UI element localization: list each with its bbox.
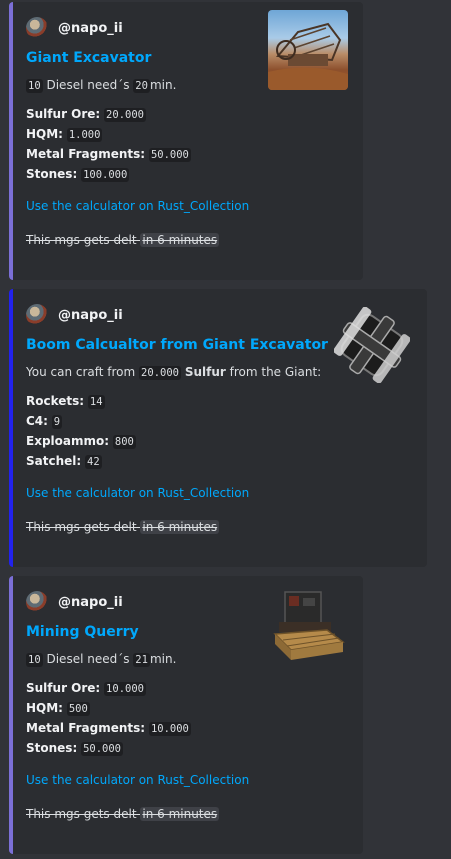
- field-row: Sulfur Ore: 10.000: [26, 679, 347, 699]
- field-value: 1.000: [66, 128, 103, 142]
- footer-text: This mgs gets delt: [26, 233, 137, 247]
- field-row: HQM: 500: [26, 699, 347, 719]
- field-label: Stones:: [26, 167, 78, 181]
- embed-footer: This mgs gets delt in 6 minutes: [26, 231, 347, 249]
- minutes-label: min.: [149, 652, 177, 666]
- fuel-amount: 10: [26, 653, 43, 667]
- field-label: HQM:: [26, 127, 63, 141]
- field-value: 50.000: [148, 148, 191, 162]
- fuel-minutes: 21: [133, 653, 150, 667]
- embed-footer: This mgs gets delt in 6 minutes: [26, 805, 347, 823]
- field-value: 10.000: [148, 722, 191, 736]
- field-row: Exploammo: 800: [26, 432, 411, 452]
- fuel-amount: 10: [26, 79, 43, 93]
- field-label: C4:: [26, 414, 48, 428]
- calculator-link[interactable]: Use the calculator on Rust_Collection: [26, 197, 347, 215]
- author-name[interactable]: @napo_ii: [58, 595, 123, 610]
- fuel-minutes: 20: [133, 79, 150, 93]
- field-row: Sulfur Ore: 20.000: [26, 105, 347, 125]
- giant-excavator-image[interactable]: [268, 10, 348, 90]
- embed-footer: This mgs gets delt in 6 minutes: [26, 518, 411, 536]
- field-value: 50.000: [81, 742, 124, 756]
- field-row: HQM: 1.000: [26, 125, 347, 145]
- field-value: 9: [51, 415, 63, 429]
- field-row: Metal Fragments: 50.000: [26, 145, 347, 165]
- field-row: Stones: 100.000: [26, 165, 347, 185]
- mining-quarry-image[interactable]: [271, 586, 347, 664]
- field-label: Exploammo:: [26, 434, 110, 448]
- footer-text: This mgs gets delt: [26, 520, 137, 534]
- field-row: Rockets: 14: [26, 392, 411, 412]
- field-value: 500: [66, 702, 90, 716]
- field-label: Metal Fragments:: [26, 147, 146, 161]
- field-label: Satchel:: [26, 454, 82, 468]
- c4-explosive-image[interactable]: [334, 307, 410, 383]
- field-value: 20.000: [104, 108, 146, 122]
- footer-text: This mgs gets delt: [26, 807, 137, 821]
- field-row: Stones: 50.000: [26, 739, 347, 759]
- fuel-text: Diesel need´s: [46, 652, 130, 666]
- craft-suffix: from the Giant:: [229, 365, 322, 379]
- field-label: Sulfur Ore:: [26, 681, 101, 695]
- calculator-link[interactable]: Use the calculator on Rust_Collection: [26, 484, 411, 502]
- author-avatar[interactable]: [26, 304, 48, 326]
- footer-timestamp[interactable]: in 6 minutes: [140, 807, 220, 821]
- field-value: 10.000: [104, 682, 146, 696]
- field-row: Metal Fragments: 10.000: [26, 719, 347, 739]
- field-row: C4: 9: [26, 412, 411, 432]
- explosive-fields: Rockets: 14 C4: 9 Exploammo: 800 Satchel…: [26, 392, 411, 472]
- fuel-text: Diesel need´s: [46, 78, 130, 92]
- craft-prefix: You can craft from: [26, 365, 136, 379]
- sulfur-amount: 20.000: [139, 366, 181, 380]
- calculator-link[interactable]: Use the calculator on Rust_Collection: [26, 771, 347, 789]
- field-label: Stones:: [26, 741, 78, 755]
- author-avatar[interactable]: [26, 17, 48, 39]
- minutes-label: min.: [149, 78, 177, 92]
- resource-fields: Sulfur Ore: 10.000 HQM: 500 Metal Fragme…: [26, 679, 347, 759]
- field-value: 800: [112, 435, 136, 449]
- embed-mining-quarry: @napo_ii Mining Querry 10 Diesel need´s …: [9, 576, 363, 854]
- field-label: Rockets:: [26, 394, 85, 408]
- author-name[interactable]: @napo_ii: [58, 308, 123, 323]
- embed-giant-excavator: @napo_ii Giant Excavator 10 Diesel need´…: [9, 2, 363, 280]
- author-avatar[interactable]: [26, 591, 48, 613]
- field-label: Sulfur Ore:: [26, 107, 101, 121]
- embed-boom-calculator: @napo_ii Boom Calcualtor from Giant Exca…: [9, 289, 427, 567]
- footer-timestamp[interactable]: in 6 minutes: [140, 520, 220, 534]
- author-name[interactable]: @napo_ii: [58, 21, 123, 36]
- field-value: 14: [87, 395, 105, 409]
- footer-timestamp[interactable]: in 6 minutes: [140, 233, 220, 247]
- field-value: 42: [85, 455, 102, 469]
- resource-fields: Sulfur Ore: 20.000 HQM: 1.000 Metal Frag…: [26, 105, 347, 185]
- field-label: Metal Fragments:: [26, 721, 146, 735]
- field-label: HQM:: [26, 701, 63, 715]
- resource-name: Sulfur: [184, 365, 226, 379]
- field-row: Satchel: 42: [26, 452, 411, 472]
- field-value: 100.000: [81, 168, 130, 182]
